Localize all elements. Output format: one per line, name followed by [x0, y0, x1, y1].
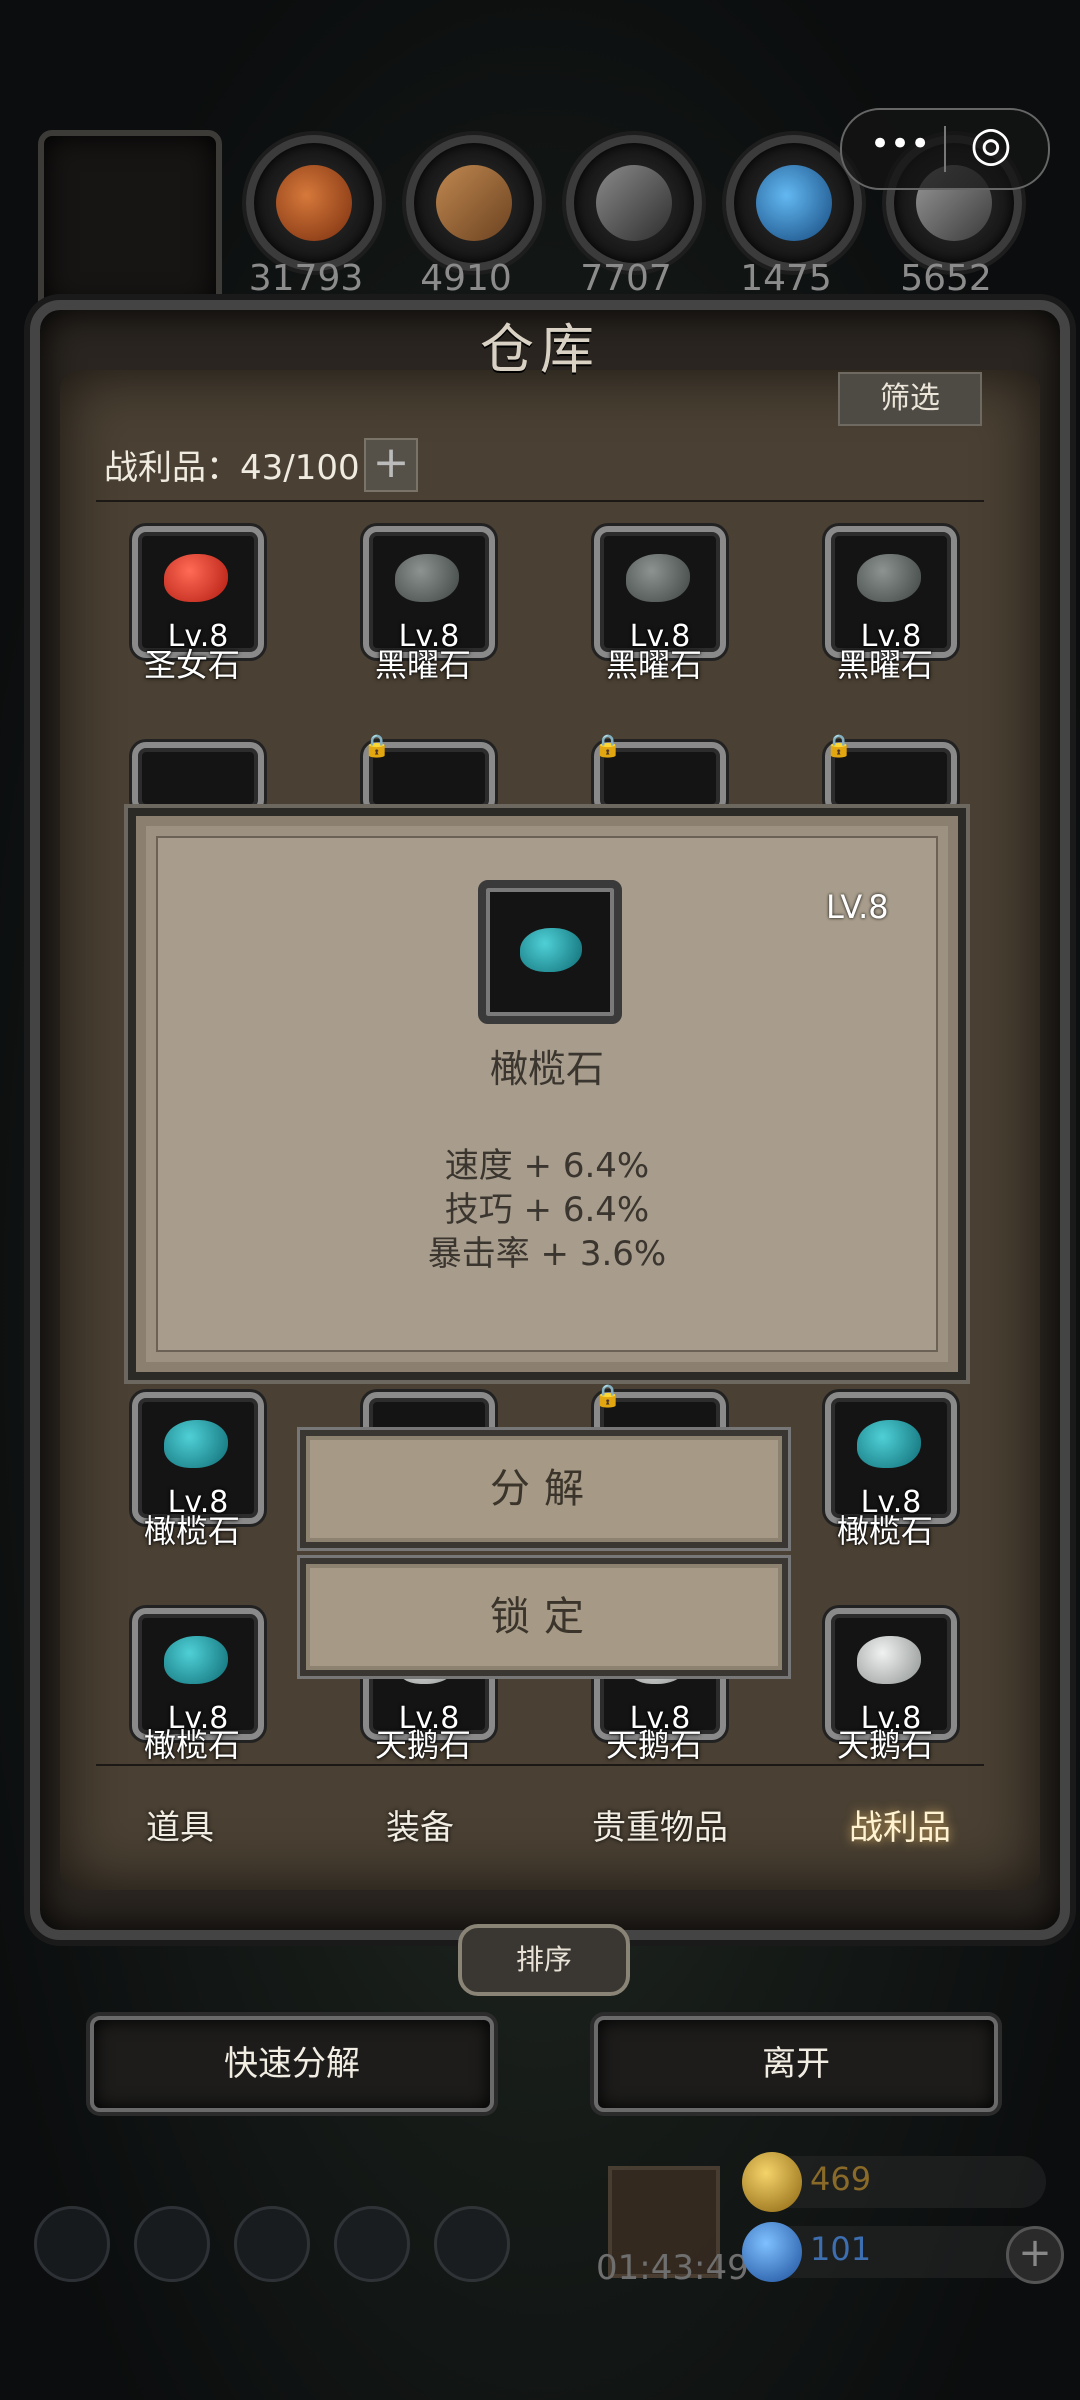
capacity-label: 战利品：43/100 [104, 448, 360, 488]
expand-capacity-button[interactable]: + [364, 438, 418, 492]
decompose-button[interactable]: 分解 [300, 1430, 788, 1548]
gift-timer: 01:43:49 [596, 2248, 749, 2288]
item-slot[interactable]: 🔒 [825, 734, 957, 814]
olivine-gem-icon [857, 1420, 921, 1468]
item-name: 黑曜石 [605, 646, 702, 684]
item-detail-name: 橄榄石 [489, 1047, 604, 1091]
item-detail-level: LV.8 [826, 888, 889, 926]
item-detail-icon [478, 880, 622, 1024]
olivine-gem-icon [164, 1636, 228, 1684]
meat-icon [276, 165, 352, 241]
star-icon[interactable] [134, 2206, 210, 2282]
ingot-count: 5652 [900, 258, 992, 299]
wood-icon [436, 165, 512, 241]
gold-coin-icon [742, 2152, 802, 2212]
stat-skill: 技巧 + 6.4% [444, 1190, 650, 1230]
lock-icon: 🔒 [594, 1384, 622, 1409]
obsidian-gem-icon [626, 554, 690, 602]
item-slot[interactable]: Lv.8 [363, 526, 495, 658]
add-currency-icon[interactable]: + [1006, 2226, 1064, 2284]
iron-count: 7707 [580, 258, 672, 299]
item-slot[interactable]: Lv.8 [132, 526, 264, 658]
swan-gem-icon [857, 1636, 921, 1684]
tab-loot[interactable]: 战利品 [780, 1778, 1020, 1878]
item-name: 天鹅石 [605, 1726, 702, 1764]
hero-portrait[interactable] [38, 130, 222, 314]
lock-icon: 🔒 [594, 734, 622, 759]
top-divider [96, 500, 984, 502]
red-gem-icon [164, 554, 228, 602]
iron-icon [596, 165, 672, 241]
more-icon[interactable]: ••• [870, 124, 930, 164]
sort-button[interactable]: 排序 [458, 1924, 630, 1996]
item-name: 天鹅石 [836, 1726, 933, 1764]
item-name: 橄榄石 [836, 1512, 933, 1550]
close-icon[interactable]: ◎ [970, 116, 1012, 172]
item-name: 橄榄石 [143, 1512, 240, 1550]
item-name: 圣女石 [143, 646, 240, 684]
item-name: 黑曜石 [836, 646, 933, 684]
item-slot[interactable]: Lv.8 [594, 526, 726, 658]
olivine-gem-icon [164, 1420, 228, 1468]
item-slot[interactable]: 🔒 [594, 734, 726, 814]
item-name: 橄榄石 [143, 1726, 240, 1764]
tab-equipment[interactable]: 装备 [300, 1778, 540, 1878]
gem-amount: 101 [810, 2230, 872, 2268]
wood-resource [406, 135, 542, 271]
obsidian-gem-icon [395, 554, 459, 602]
iron-resource [566, 135, 702, 271]
lock-icon: 🔒 [363, 734, 391, 759]
castle-icon[interactable] [234, 2206, 310, 2282]
item-slot[interactable] [132, 742, 264, 814]
bottom-divider [96, 1764, 984, 1766]
settings-icon[interactable] [34, 2206, 110, 2282]
tab-items[interactable]: 道具 [60, 1778, 300, 1878]
quick-decompose-button[interactable]: 快速分解 [90, 2016, 494, 2112]
stat-crit-rate: 暴击率 + 3.6% [427, 1234, 667, 1274]
item-detail-popup: LV.8 橄榄石 速度 + 6.4% 技巧 + 6.4% 暴击率 + 3.6% [128, 808, 966, 1380]
item-slot[interactable]: 🔒 [363, 734, 495, 814]
miniprogram-capsule: ••• ◎ [840, 108, 1050, 190]
obsidian-gem-icon [857, 554, 921, 602]
item-slot[interactable]: Lv.8 [825, 526, 957, 658]
item-slot[interactable]: Lv.8 [132, 1392, 264, 1524]
blue-gem-icon [742, 2222, 802, 2282]
shield-icon[interactable] [434, 2206, 510, 2282]
wood-count: 4910 [420, 258, 512, 299]
lock-icon: 🔒 [825, 734, 853, 759]
crystal-count: 1475 [740, 258, 832, 299]
item-name: 天鹅石 [374, 1726, 471, 1764]
leave-button[interactable]: 离开 [594, 2016, 998, 2112]
meat-count: 31793 [248, 258, 364, 299]
item-slot[interactable]: Lv.8 [825, 1392, 957, 1524]
lock-button[interactable]: 锁定 [300, 1558, 788, 1676]
category-tabs: 道具 装备 贵重物品 战利品 [60, 1778, 1020, 1878]
crystal-icon [756, 165, 832, 241]
stat-speed: 速度 + 6.4% [444, 1146, 650, 1186]
olivine-gem-icon [520, 928, 582, 972]
meat-resource [246, 135, 382, 271]
tab-valuables[interactable]: 贵重物品 [540, 1778, 780, 1878]
filter-button[interactable]: 筛选 [838, 372, 982, 426]
mail-icon[interactable] [334, 2206, 410, 2282]
item-name: 黑曜石 [374, 646, 471, 684]
panel-title: 仓库 [480, 318, 600, 381]
capsule-divider [944, 126, 946, 172]
gold-amount: 469 [810, 2160, 872, 2198]
